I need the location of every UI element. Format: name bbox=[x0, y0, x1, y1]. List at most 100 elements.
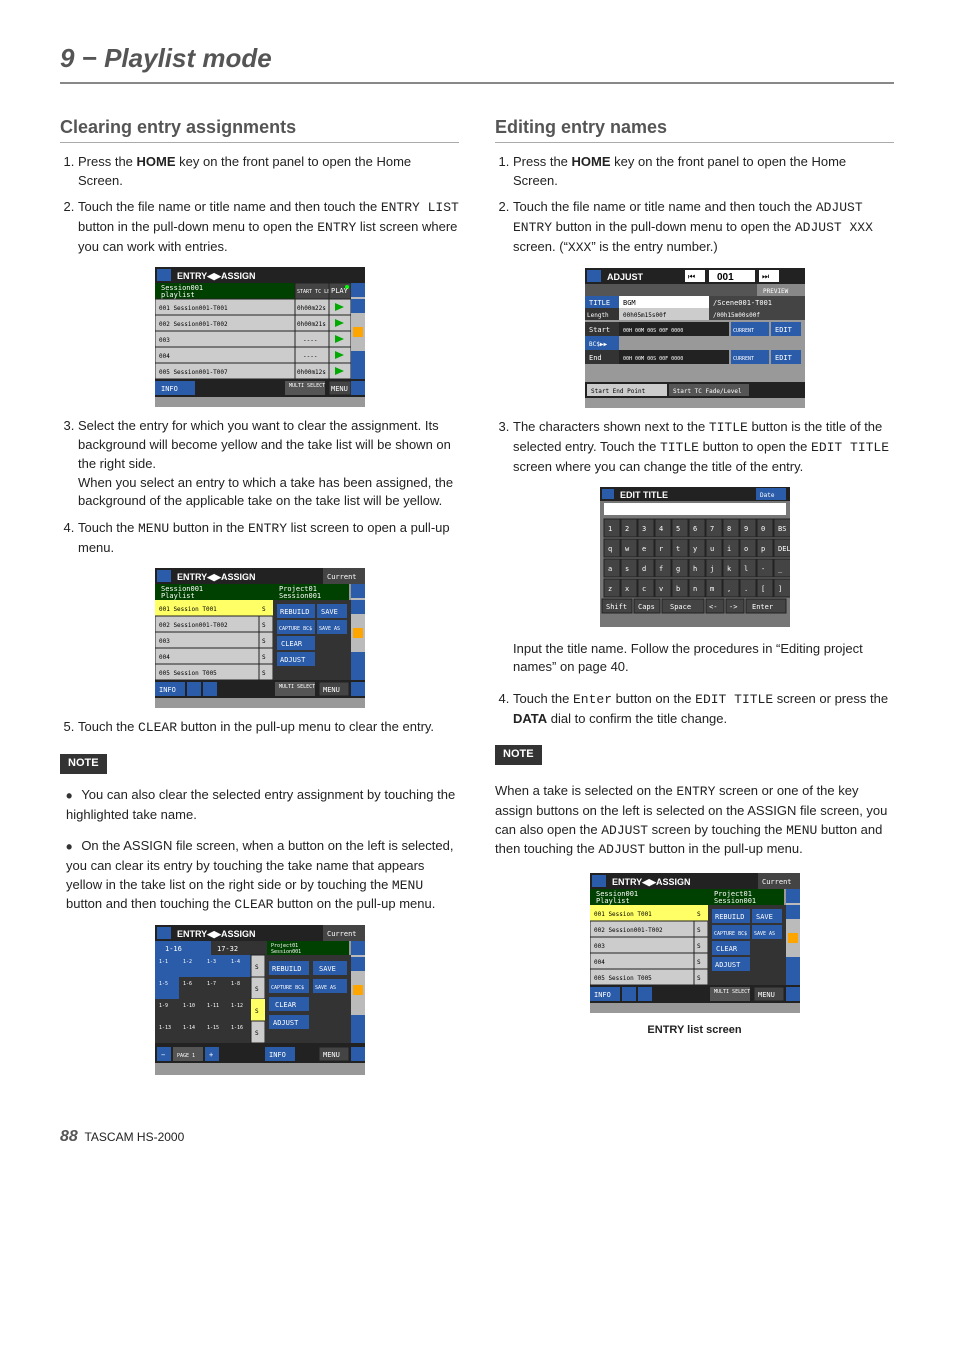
svg-text:003[interactable]: 003 bbox=[594, 943, 605, 950]
svg-text:S: S bbox=[697, 959, 701, 966]
scroll-down-icon[interactable] bbox=[351, 351, 365, 365]
svg-text:001 Session T001[interactable]: 001 Session T001 bbox=[159, 606, 217, 613]
svg-text:e: e bbox=[642, 545, 646, 553]
row-5[interactable]: 005 Session001-T007 0h00m12s bbox=[155, 363, 351, 379]
svg-text:1-11[interactable]: 1-11 bbox=[207, 1003, 219, 1009]
svg-text:S: S bbox=[262, 670, 266, 677]
svg-text:1-13[interactable]: 1-13 bbox=[159, 1025, 171, 1031]
svg-text:----: ---- bbox=[303, 337, 317, 344]
note-label: NOTE bbox=[60, 754, 107, 774]
note-1: You can also clear the selected entry as… bbox=[66, 780, 459, 825]
svg-text:ADJUST: ADJUST bbox=[715, 961, 741, 969]
play[interactable]: PLAY bbox=[331, 287, 349, 295]
svg-text:n: n bbox=[693, 585, 697, 593]
svg-text:CAPTURE BC$: CAPTURE BC$ bbox=[279, 626, 312, 632]
scroll-top-icon[interactable] bbox=[351, 584, 365, 598]
svg-text:MENU: MENU bbox=[758, 991, 775, 999]
svg-text:S: S bbox=[697, 911, 701, 918]
svg-text:Session001: Session001 bbox=[714, 897, 756, 905]
chapter-header: 9 − Playlist mode bbox=[60, 40, 894, 84]
svg-text:1-9[interactable]: 1-9 bbox=[159, 1003, 168, 1009]
menu-toggle-icon[interactable] bbox=[351, 682, 365, 696]
svg-text:005 Session001-T007: 005 Session001-T007 bbox=[159, 369, 228, 376]
svg-text:S: S bbox=[255, 1030, 259, 1037]
svg-text:1-4[interactable]: 1-4 bbox=[231, 959, 240, 965]
svg-text:9: 9 bbox=[744, 525, 748, 533]
svg-text:S: S bbox=[262, 606, 266, 613]
svg-text:Start End Point: Start End Point bbox=[591, 388, 646, 395]
rstep-1: Press the HOME key on the front panel to… bbox=[513, 153, 894, 191]
svg-text:1: 1 bbox=[608, 525, 612, 533]
row-3[interactable]: 003 ---- bbox=[155, 331, 351, 347]
svg-text:]: ] bbox=[778, 585, 782, 593]
svg-text:0: 0 bbox=[761, 525, 765, 533]
svg-text:INFO: INFO bbox=[161, 385, 178, 393]
menu-toggle-icon[interactable] bbox=[351, 381, 365, 395]
svg-text:Current: Current bbox=[327, 573, 357, 581]
scroll-thumb[interactable] bbox=[353, 327, 363, 337]
svg-text:1-10[interactable]: 1-10 bbox=[183, 1003, 195, 1009]
svg-text:q: q bbox=[608, 545, 612, 553]
title-input[interactable] bbox=[604, 503, 786, 515]
svg-text:1-2[interactable]: 1-2 bbox=[183, 959, 192, 965]
svg-text:1-16: 1-16 bbox=[165, 945, 182, 953]
page-footer: 88 TASCAM HS-2000 bbox=[60, 1125, 894, 1148]
scroll-bottom-icon[interactable] bbox=[351, 365, 365, 379]
svg-text:001 Session T001[interactable]: 001 Session T001 bbox=[594, 911, 652, 918]
svg-text:a: a bbox=[608, 565, 612, 573]
svg-text:4: 4 bbox=[659, 525, 663, 533]
row-4[interactable]: 004 ---- bbox=[155, 347, 351, 363]
scroll-top-icon[interactable] bbox=[351, 283, 365, 297]
entry-assign-screenshot-2: ENTRY◀▶ASSIGN Current Session001 Playlis… bbox=[155, 568, 365, 708]
scroll-up-icon[interactable] bbox=[351, 299, 365, 313]
svg-text:1-3[interactable]: 1-3 bbox=[207, 959, 216, 965]
svg-text:S: S bbox=[697, 927, 701, 934]
scroll-bottom-icon[interactable] bbox=[351, 666, 365, 680]
svg-text:00H 00M 00S 00F 0000[interactable]: 00H 00M 00S 00F 0000 bbox=[623, 356, 683, 362]
svg-text:004[interactable]: 004 bbox=[594, 959, 605, 966]
svg-text:1-7[interactable]: 1-7 bbox=[207, 981, 216, 987]
svg-text:1-14[interactable]: 1-14 bbox=[183, 1025, 195, 1031]
svg-text:002 Session001-T002[interactable]: 002 Session001-T002 bbox=[159, 622, 228, 629]
svg-text:MULTI SELECT: MULTI SELECT bbox=[714, 989, 750, 995]
svg-text:BS: BS bbox=[778, 525, 786, 533]
svg-text:1-16[interactable]: 1-16 bbox=[231, 1025, 243, 1031]
left-column: Clearing entry assignments Press the HOM… bbox=[60, 114, 459, 1086]
row-1[interactable]: 001 Session001-T001 0h00m22s bbox=[155, 299, 351, 315]
svg-text:1-6[interactable]: 1-6 bbox=[183, 981, 192, 987]
svg-text:SAVE AS: SAVE AS bbox=[754, 931, 775, 937]
svg-text:1-5[interactable]: 1-5 bbox=[159, 981, 168, 987]
svg-text:001: 001 bbox=[717, 272, 734, 283]
svg-text:003[interactable]: 003 bbox=[159, 638, 170, 645]
down-icon[interactable] bbox=[203, 682, 217, 696]
svg-text:1-1[interactable]: 1-1 bbox=[159, 959, 168, 965]
rstep-3: The characters shown next to the TITLE b… bbox=[513, 418, 894, 477]
svg-text:1-8[interactable]: 1-8 bbox=[231, 981, 240, 987]
row-2[interactable]: 002 Session001-T002 0h00m21s bbox=[155, 315, 351, 331]
svg-text:End: End bbox=[589, 354, 602, 362]
svg-text:005 Session T005[interactable]: 005 Session T005 bbox=[594, 975, 652, 982]
entry-assign-screenshot-1: ENTRY◀▶ASSIGN Session001 playlist START … bbox=[155, 267, 365, 407]
tab-1-16[interactable] bbox=[155, 941, 211, 955]
svg-text:1-12[interactable]: 1-12 bbox=[231, 1003, 243, 1009]
up-icon[interactable] bbox=[187, 682, 201, 696]
scroll-up-icon[interactable] bbox=[351, 600, 365, 614]
svg-text:l: l bbox=[744, 565, 748, 573]
svg-text:1-15[interactable]: 1-15 bbox=[207, 1025, 219, 1031]
svg-text:005 Session T005[interactable]: 005 Session T005 bbox=[159, 670, 217, 677]
svg-text:ENTRY◀▶ASSIGN: ENTRY◀▶ASSIGN bbox=[177, 572, 256, 582]
entry-list-caption: ENTRY list screen bbox=[495, 1023, 894, 1039]
svg-text:CLEAR: CLEAR bbox=[275, 1001, 297, 1009]
assign-grid: 1-1 1-2 1-3 1-4 1-5 1-6 1-7 1-8 1-9 1-10… bbox=[155, 955, 251, 1043]
svg-text:PREVIEW[interactable]: PREVIEW bbox=[763, 288, 789, 295]
svg-text:00H 00M 00S 00F 0000[interactable]: 00H 00M 00S 00F 0000 bbox=[623, 328, 683, 334]
svg-text:m: m bbox=[710, 585, 714, 593]
step-2-text: Touch the file name or title name and th… bbox=[78, 199, 459, 254]
scroll-down-icon[interactable] bbox=[351, 652, 365, 666]
entry-assign-screenshot-3: ENTRY◀▶ASSIGN Current 1-16 17-32 Project… bbox=[155, 925, 365, 1075]
adjust-screenshot: ADJUST ⏮ 001 ⏭ PREVIEW TITLE BGM /Scene0… bbox=[585, 268, 805, 408]
right-note-text: When a take is selected on the ENTRY scr… bbox=[495, 782, 894, 860]
svg-text:002 Session001-T002[interactable]: 002 Session001-T002 bbox=[594, 927, 663, 934]
svg-text:001 Session001-T001: 001 Session001-T001 bbox=[159, 305, 228, 312]
svg-text:004[interactable]: 004 bbox=[159, 654, 170, 661]
